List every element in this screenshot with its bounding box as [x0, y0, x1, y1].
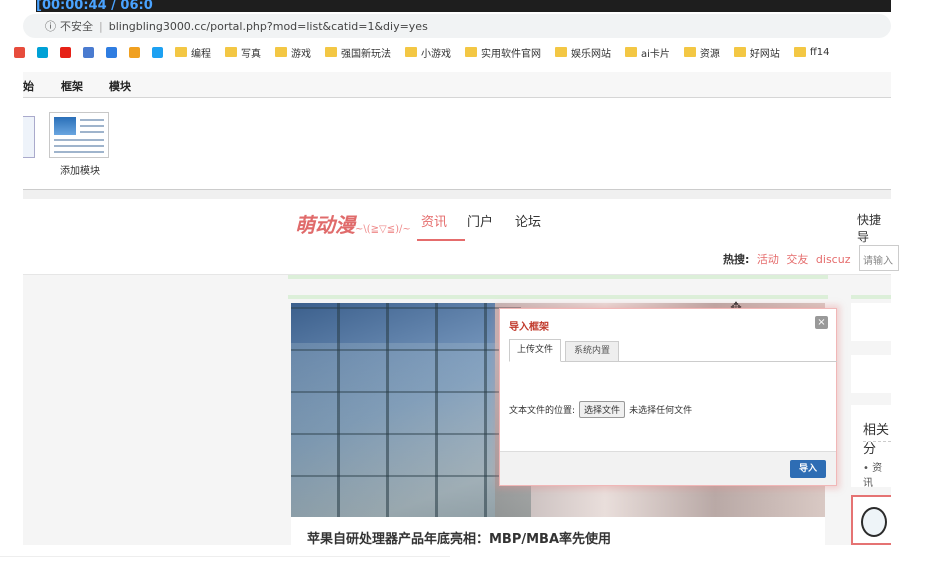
- article-title[interactable]: 苹果自研处理器产品年底亮相：MBP/MBA率先使用: [307, 528, 611, 547]
- bookmark-folder[interactable]: ff14: [793, 47, 830, 58]
- bilibili-icon[interactable]: [37, 46, 48, 58]
- module-line-icon: [54, 139, 104, 141]
- hot-link-discuz[interactable]: discuz: [816, 253, 851, 266]
- nav-portal[interactable]: 门户: [467, 211, 493, 230]
- module-line-icon: [80, 119, 104, 121]
- folder-icon: [405, 47, 417, 57]
- site-header: 萌动漫~\(≧▽≦)/~ 资讯 门户 论坛 快捷导 热搜: 活动 交友 disc…: [23, 199, 899, 275]
- hot-search-label: 热搜:: [723, 253, 750, 266]
- youtube-icon[interactable]: [60, 46, 71, 58]
- diy-toolbar: 始 框架 模块: [23, 72, 891, 98]
- module-line-icon: [54, 145, 104, 147]
- folder-icon: [555, 47, 567, 57]
- folder-icon: [275, 47, 287, 57]
- hot-search: 热搜: 活动 交友 discuz: [723, 251, 850, 267]
- file-row: 文本文件的位置: 选择文件 未选择任何文件: [509, 401, 692, 418]
- folder-icon: [325, 47, 337, 57]
- bookmark-app-icon[interactable]: [129, 46, 140, 58]
- import-button[interactable]: 导入: [790, 460, 826, 478]
- no-file-text: 未选择任何文件: [629, 406, 693, 416]
- address-bar[interactable]: ⓘ 不安全 | blingbling3000.cc/portal.php?mod…: [23, 14, 891, 38]
- folder-icon: [683, 47, 696, 57]
- nav-active-underline: [417, 239, 465, 241]
- module-line-icon: [80, 125, 104, 127]
- bottom-edge: [0, 556, 450, 566]
- twitter-icon[interactable]: [152, 46, 163, 58]
- tab-upload-file[interactable]: 上传文件: [509, 339, 561, 362]
- insecure-label: 不安全: [60, 20, 93, 33]
- folder-icon: [465, 47, 477, 57]
- bookmark-folder[interactable]: 游戏: [275, 45, 311, 60]
- folder-icon: [793, 47, 806, 57]
- tab-frame[interactable]: 框架: [61, 78, 83, 94]
- folder-icon: [625, 47, 637, 57]
- screenshot-frame: [00:00:44 / 06:0 ⓘ 不安全 | blingbling3000.…: [0, 0, 948, 566]
- frame-border: [288, 295, 828, 299]
- folder-icon: [175, 47, 187, 57]
- module-line-icon: [54, 151, 104, 153]
- nav-forum[interactable]: 论坛: [515, 211, 541, 230]
- mascot-image: [861, 507, 887, 537]
- dialog-tabs: 上传文件 系统内置: [509, 339, 837, 362]
- bookmark-folder[interactable]: 好网站: [733, 45, 780, 60]
- bookmark-folder[interactable]: 写真: [225, 45, 261, 60]
- add-module-button[interactable]: [49, 112, 109, 158]
- bookmark-folder[interactable]: 实用软件官网: [465, 45, 541, 60]
- file-label: 文本文件的位置:: [509, 406, 576, 416]
- search-input[interactable]: 请输入: [859, 245, 899, 271]
- divider: [863, 441, 891, 442]
- hot-link-activity[interactable]: 活动: [757, 253, 779, 266]
- bookmark-site-icon[interactable]: [83, 46, 94, 58]
- hot-link-friends[interactable]: 交友: [786, 253, 808, 266]
- dialog-header[interactable]: 导入框架 ×: [500, 309, 836, 335]
- video-timestamp: [00:00:44 / 06:0: [36, 0, 153, 12]
- baidu-icon[interactable]: [106, 46, 117, 58]
- related-item[interactable]: • 资讯: [863, 459, 891, 489]
- frame-border: [851, 295, 891, 299]
- bookmarks-bar: 编程 写真 游戏 强国新玩法 小游戏 实用软件官网 娱乐网站 ai卡片 资源 好…: [14, 42, 844, 62]
- module-thumbnail-partial[interactable]: [23, 116, 35, 158]
- close-icon[interactable]: ×: [815, 316, 828, 329]
- folder-icon: [733, 47, 746, 57]
- import-frame-dialog: 导入框架 × 上传文件 系统内置 文本文件的位置: 选择文件 未选择任何文件 导…: [499, 308, 837, 486]
- bookmark-folder[interactable]: 娱乐网站: [555, 45, 611, 60]
- bookmark-folder[interactable]: 强国新玩法: [325, 45, 391, 60]
- module-image-icon: [54, 117, 76, 135]
- site-logo[interactable]: 萌动漫~\(≧▽≦)/~: [295, 209, 411, 238]
- quick-nav[interactable]: 快捷导: [857, 211, 891, 245]
- sidebar-block: [851, 303, 891, 341]
- choose-file-button[interactable]: 选择文件: [579, 401, 626, 418]
- bookmark-favicon-icon[interactable]: [14, 46, 25, 58]
- bookmark-folder[interactable]: 编程: [175, 45, 211, 60]
- bookmark-folder[interactable]: 资源: [683, 45, 720, 60]
- add-module-label: 添加模块: [60, 166, 100, 177]
- info-icon[interactable]: ⓘ: [45, 18, 56, 34]
- tab-start[interactable]: 始: [23, 78, 34, 94]
- dialog-title: 导入框架: [509, 322, 549, 333]
- divider: [23, 190, 891, 199]
- frame-border: [288, 275, 828, 279]
- bookmark-folder[interactable]: ai卡片: [625, 45, 670, 60]
- tab-module[interactable]: 模块: [109, 78, 131, 94]
- bookmark-folder[interactable]: 小游戏: [405, 45, 451, 60]
- dialog-footer: 导入: [500, 451, 836, 485]
- nav-news[interactable]: 资讯: [421, 211, 447, 230]
- module-line-icon: [80, 131, 104, 133]
- article-caption: 苹果自研处理器产品年底亮相：MBP/MBA率先使用: [291, 517, 825, 547]
- tab-builtin[interactable]: 系统内置: [565, 341, 619, 362]
- avatar[interactable]: [851, 495, 891, 545]
- sidebar-block: [851, 355, 891, 393]
- diy-panel: 添加模块: [23, 98, 891, 190]
- related-title: 相关分: [863, 423, 890, 457]
- address-separator: |: [99, 19, 103, 33]
- url-text[interactable]: blingbling3000.cc/portal.php?mod=list&ca…: [109, 20, 428, 33]
- folder-icon: [225, 47, 237, 57]
- related-block: 相关分 • 资讯: [851, 405, 891, 489]
